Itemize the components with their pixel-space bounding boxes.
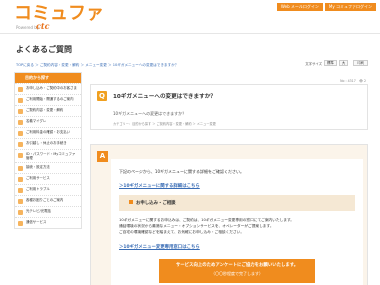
sidebar-item-label: 各種お困りごとのご案内: [26, 198, 64, 203]
bullet-icon: [18, 188, 23, 194]
site-logo[interactable]: コミュファ Powered by ctc: [14, 3, 104, 32]
bullet-icon: [18, 221, 23, 227]
sidebar-item-label: ご利用トラブル: [26, 187, 50, 192]
sidebar-item-connection[interactable]: 接続・設定方法: [15, 162, 81, 173]
sidebar-item-label: ご利用サービス: [26, 176, 50, 181]
page-title: よくあるご質問: [16, 45, 72, 54]
sidebar-item-label: 通信サービス: [26, 220, 47, 225]
logo-ctc: ctc: [36, 21, 50, 31]
print-button[interactable]: 印刷: [353, 60, 368, 66]
sidebar-item-start-use[interactable]: ご利用開始・開通するのご案内: [15, 94, 81, 105]
site-header: コミュファ Powered by ctc Web メールログイン My コミュフ…: [0, 0, 380, 34]
sidebar-item-trouble[interactable]: ご利用トラブル: [15, 184, 81, 195]
10g-window-link[interactable]: ＞10ギガメニュー変更専用窓口はこちら: [119, 244, 200, 250]
bullet-icon: [18, 177, 23, 183]
bullet-icon: [18, 131, 23, 136]
bullet-icon: [18, 142, 23, 147]
sidebar-item-label: 光テレビ/光電話: [26, 209, 51, 214]
notice-title: お申し込み・ご相談: [136, 201, 176, 206]
answer-body-line: ご自宅の環境確認などを踏まえて、お気軽にお申し込み・ご相談ください。: [119, 230, 245, 234]
bullet-icon: [18, 153, 23, 158]
text-size-toolbar: 文字サイズ 標準 大 印刷: [305, 60, 368, 66]
sidebar-item-label: ご利用料金の確認・お支払い: [26, 130, 71, 134]
sidebar-item-name-change[interactable]: 名義マイグレ: [15, 116, 81, 127]
answer-intro: 下記のページから、10ギガメニューに関する詳細をご確認ください。: [119, 169, 245, 174]
survey-title: サービス向上のためアンケートにご協力をお願いいたします。: [175, 263, 299, 268]
category-sidebar: 目的から探す お申し込み・ご契約中のお客さま ご利用開始・開通するのご案内 ご契…: [14, 72, 82, 230]
faq-meta: No : 4317 👁 2: [340, 79, 366, 83]
bullet-icon: [18, 199, 23, 205]
notice-marker-icon: [129, 200, 133, 204]
sidebar-item-label: ID・パスワード・Myコミュファ管理: [26, 152, 76, 161]
question-box: Q 10ギガメニューへの変更はできますか？ 10ギガメニューへの変更はできますか…: [90, 84, 368, 130]
sidebar-item-contract[interactable]: ご契約内容・変更・解約: [15, 105, 81, 116]
sidebar-item-label: お引越し・休止のお手続き: [26, 141, 67, 145]
question-title: 10ギガメニューへの変更はできますか？: [113, 94, 216, 100]
sidebar-item-billing[interactable]: ご利用料金の確認・お支払い: [15, 127, 81, 138]
bullet-icon: [18, 120, 23, 125]
notice-heading: お申し込み・ご相談: [119, 195, 355, 211]
sidebar-item-application[interactable]: お申し込み・ご契約中のお客さま: [15, 83, 81, 94]
question-category[interactable]: カテゴリー：目的から探す ＞ ご契約内容・変更・解約 ＞ メニュー変更: [113, 121, 216, 126]
question-text: 10ギガメニューへの変更はできますか？: [113, 111, 187, 116]
sidebar-item-label: ご契約内容・変更・解約: [26, 108, 64, 112]
sidebar-heading: 目的から探す: [15, 73, 81, 83]
sidebar-item-label: 接続・設定方法: [26, 165, 50, 170]
text-size-normal-button[interactable]: 標準: [324, 60, 337, 66]
answer-body: 10ギガメニューに関するお申込みは、ご契約は、10ギガメニュー変更専用の窓口にて…: [119, 217, 294, 235]
sidebar-item-id-password[interactable]: ID・パスワード・Myコミュファ管理: [15, 149, 81, 162]
sidebar-item-label: ご利用開始・開通するのご案内: [26, 97, 74, 101]
bullet-icon: [18, 87, 23, 92]
10g-details-link[interactable]: ＞10ギガメニューに関する詳細はこちら: [119, 183, 200, 189]
answer-content: 下記のページから、10ギガメニューに関する詳細をご確認ください。 ＞10ギガメニ…: [111, 159, 363, 285]
sidebar-item-moving[interactable]: お引越し・休止のお手続き: [15, 138, 81, 149]
text-size-label: 文字サイズ: [305, 61, 323, 66]
sidebar-item-services[interactable]: ご利用サービス: [15, 173, 81, 184]
sidebar-item-label: 名義マイグレ: [26, 119, 47, 123]
breadcrumb[interactable]: TOPに戻る ＞ ご契約内容・変更・解約 ＞ メニュー変更 ＞ 10ギガメニュー…: [16, 63, 178, 68]
bullet-icon: [18, 210, 23, 216]
survey-button[interactable]: サービス向上のためアンケートにご協力をお願いいたします。 （〇〇秒程度で完了しま…: [159, 259, 315, 283]
sidebar-item-comm-services[interactable]: 通信サービス: [15, 217, 81, 228]
survey-subtitle: （〇〇秒程度で完了します）: [211, 271, 263, 276]
answer-badge: A: [97, 151, 108, 162]
logo-text: コミュファ: [14, 3, 104, 24]
bullet-icon: [18, 166, 23, 172]
sidebar-item-tv-phone[interactable]: 光テレビ/光電話: [15, 206, 81, 217]
question-badge: Q: [97, 91, 107, 101]
webmail-login-link[interactable]: Web メールログイン: [276, 3, 323, 11]
top-links: Web メールログイン My コミュファログイン: [276, 3, 376, 11]
bullet-icon: [18, 98, 23, 103]
answer-box: A 下記のページから、10ギガメニューに関する詳細をご確認ください。 ＞10ギガ…: [90, 144, 368, 285]
bullet-icon: [18, 109, 23, 114]
mycommufa-login-link[interactable]: My コミュファログイン: [324, 3, 376, 11]
sidebar-item-label: お申し込み・ご契約中のお客さま: [26, 86, 77, 90]
sidebar-item-help[interactable]: 各種お困りごとのご案内: [15, 195, 81, 206]
text-size-large-button[interactable]: 大: [338, 60, 349, 66]
